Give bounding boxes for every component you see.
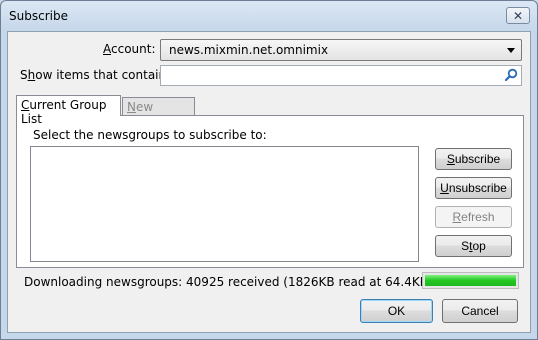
instruction-text: Select the newsgroups to subscribe to: (33, 128, 267, 142)
subscribe-button[interactable]: Subscribe (435, 148, 512, 170)
search-icon (504, 68, 518, 82)
account-value: news.mixmin.net.omnimix (169, 43, 329, 57)
stop-button[interactable]: Stop (435, 235, 512, 257)
status-text: Downloading newsgroups: 40925 received (… (24, 275, 457, 289)
newsgroup-list[interactable] (30, 146, 419, 262)
tab-panel: Select the newsgroups to subscribe to: S… (16, 115, 524, 268)
download-progress-bar (422, 272, 519, 289)
chevron-down-icon (507, 48, 515, 53)
tab-new-groups[interactable]: New Groups (122, 97, 195, 128)
filter-label: Show items that contain: (20, 68, 171, 82)
title-bar: Subscribe ✕ (1, 1, 537, 31)
tab-current-group-list[interactable]: Current Group List (16, 95, 121, 126)
unsubscribe-button[interactable]: Unsubscribe (435, 177, 512, 199)
progress-fill (425, 275, 516, 286)
account-label: Account: (103, 42, 156, 56)
cancel-button[interactable]: Cancel (442, 299, 518, 323)
close-button[interactable]: ✕ (506, 7, 530, 24)
subscribe-dialog: Subscribe ✕ Account: news.mixmin.net.omn… (0, 0, 538, 340)
refresh-button[interactable]: Refresh (435, 206, 512, 228)
window-title: Subscribe (9, 9, 68, 23)
dialog-content: Account: news.mixmin.net.omnimix Show it… (7, 31, 531, 333)
filter-input[interactable] (160, 65, 522, 86)
close-icon: ✕ (512, 8, 524, 23)
ok-button[interactable]: OK (360, 299, 433, 323)
account-dropdown[interactable]: news.mixmin.net.omnimix (160, 39, 522, 61)
